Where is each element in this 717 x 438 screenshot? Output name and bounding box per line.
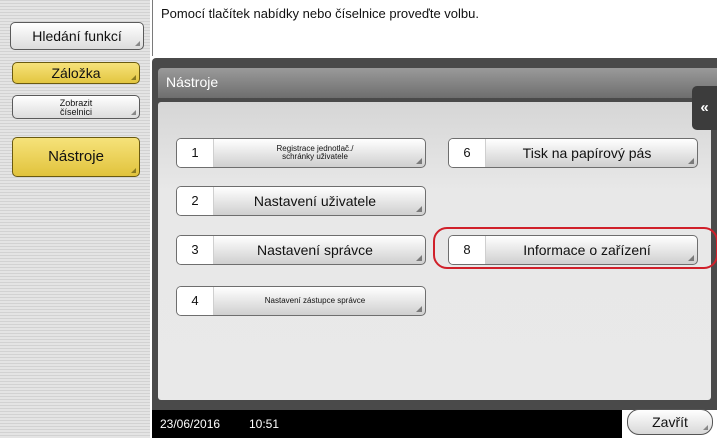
bookmark-button[interactable]: Záložka — [12, 62, 140, 84]
menu-item-number: 2 — [177, 187, 214, 215]
menu-item-label: Nastavení zástupce správce — [264, 296, 366, 305]
menu-item-number: 3 — [177, 236, 214, 264]
menu-item-label: Nastavení uživatele — [253, 193, 377, 209]
show-keypad-label-line2: číselnici — [59, 107, 92, 117]
menu-item-3[interactable]: 3 Nastavení správce — [176, 235, 426, 265]
tools-label: Nástroje — [48, 148, 104, 165]
menu-item-label-line2: schránky uživatele — [282, 152, 348, 161]
status-time: 10:51 — [249, 417, 280, 431]
instruction-text: Pomocí tlačítek nabídky nebo číselnice p… — [161, 6, 479, 21]
menu-item-1[interactable]: 1 Registrace jednotlač./ schránky uživat… — [176, 138, 426, 168]
close-button[interactable]: Zavřít — [627, 409, 713, 435]
selection-highlight — [433, 227, 717, 269]
menu-item-number: 4 — [177, 287, 214, 315]
function-search-label: Hledání funkcí — [32, 28, 122, 44]
show-keypad-button[interactable]: Zobrazit číselnici — [12, 95, 140, 119]
menu-item-label: Registrace jednotlač./ schránky uživatel… — [215, 139, 415, 167]
menu-item-2[interactable]: 2 Nastavení uživatele — [176, 186, 426, 216]
status-bar: 23/06/2016 10:51 — [152, 410, 622, 438]
menu-item-label: Tisk na papírový pás — [522, 145, 652, 161]
collapse-icon[interactable]: « — [692, 86, 717, 130]
double-chevron-left-icon: « — [700, 99, 709, 116]
panel-title: Nástroje — [166, 74, 219, 90]
panel-title-bar: Nástroje — [158, 68, 717, 98]
menu-item-6[interactable]: 6 Tisk na papírový pás — [448, 138, 698, 168]
menu-item-number: 1 — [177, 139, 214, 167]
bookmark-label: Záložka — [51, 65, 101, 81]
function-search-button[interactable]: Hledání funkcí — [10, 22, 144, 50]
close-label: Zavřít — [652, 414, 688, 430]
menu-item-label: Nastavení správce — [257, 242, 373, 258]
tools-button[interactable]: Nástroje — [12, 137, 140, 177]
menu-item-number: 6 — [449, 139, 486, 167]
instruction-message: Pomocí tlačítek nabídky nebo číselnice p… — [152, 0, 717, 56]
status-date: 23/06/2016 — [160, 417, 221, 431]
menu-item-4[interactable]: 4 Nastavení zástupce správce — [176, 286, 426, 316]
